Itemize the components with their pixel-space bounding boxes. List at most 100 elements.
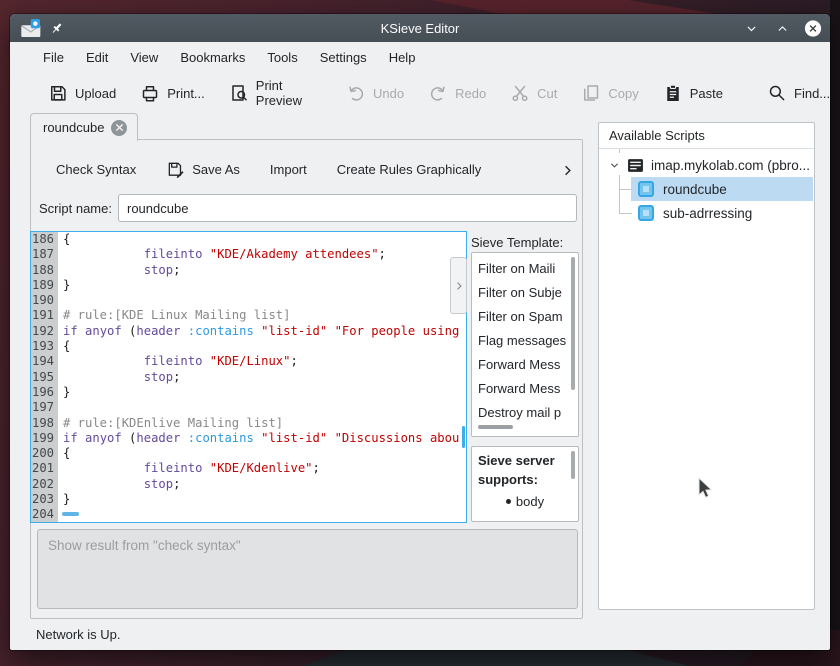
line-number: 189 [31,278,58,293]
print-icon [140,83,160,103]
tree-item-roundcube[interactable]: roundcube [631,177,813,201]
template-item[interactable]: Filter on Maili [472,257,578,281]
copy-button: Copy [569,78,650,108]
print-preview-button[interactable]: Print Preview [217,73,314,113]
line-number: 202 [31,477,58,492]
code-editor[interactable]: 186{187 fileinto "KDE/Akademy attendees"… [30,231,467,523]
panel-expander-button[interactable] [450,257,467,314]
code-line: 192if anyof (header :contains "list-id" … [31,324,466,339]
cut-button: Cut [498,78,569,108]
print-preview-icon [229,83,249,103]
tree-item-sub-adrressing[interactable]: sub-adrressing [631,201,813,225]
line-number: 200 [31,446,58,461]
scripts-tree: imap.mykolab.com (pbro... roundcube sub-… [599,149,814,608]
toolbar-button-label: Cut [537,86,557,101]
toolbar-button-label: Copy [608,86,638,101]
menu-bookmarks[interactable]: Bookmarks [169,46,256,69]
supports-box-scrollbar[interactable] [571,451,575,479]
tab-roundcube[interactable]: roundcube [30,113,138,141]
find-icon [767,83,787,103]
code-line: 187 fileinto "KDE/Akademy attendees"; [31,247,466,262]
sieve-template-label: Sieve Template: [471,235,563,250]
import-button[interactable]: Import [259,157,318,182]
tab-close-icon[interactable] [111,120,127,136]
code-line: 196} [31,385,466,400]
menu-help[interactable]: Help [378,46,427,69]
line-number: 204 [31,507,58,522]
maximize-button[interactable] [773,19,791,37]
code-line: 190 [31,293,466,308]
editor-vertical-scrollbar[interactable] [462,426,465,448]
capability-item: body [478,491,572,512]
redo-icon [428,83,448,103]
tree-line [619,175,620,213]
code-line: 193{ [31,339,466,354]
menu-tools[interactable]: Tools [256,46,308,69]
check-syntax-button[interactable]: Check Syntax [45,157,147,182]
template-item[interactable]: Forward Mess [472,353,578,377]
chevron-down-icon[interactable] [609,160,620,171]
print-button[interactable]: Print... [128,78,217,108]
toolbar-button-label: Print Preview [256,78,302,108]
tree-item-server[interactable]: imap.mykolab.com (pbro... [600,153,813,177]
window-title: KSieve Editor [10,21,830,36]
paste-icon [663,83,683,103]
menu-settings[interactable]: Settings [309,46,378,69]
line-number: 201 [31,461,58,476]
line-number: 186 [31,232,58,247]
toolbar-button-label: Find... [794,86,830,101]
upload-button[interactable]: Upload [36,78,128,108]
titlebar[interactable]: KSieve Editor [10,14,830,42]
line-number: 188 [31,263,58,278]
editor-horizontal-scrollbar[interactable] [62,512,79,516]
template-item[interactable]: Destroy mail p [472,401,578,425]
menu-file[interactable]: File [32,46,75,69]
server-supports-box[interactable]: Sieve server supports: bodycomp [471,446,579,522]
close-button[interactable] [804,19,822,37]
template-list-hscrollbar[interactable] [478,425,513,429]
available-scripts-panel: Available Scripts imap.mykolab.com (pbro… [598,122,815,610]
desktop-shape [430,0,790,14]
cut-icon [510,83,530,103]
template-item[interactable]: Flag messages [472,329,578,353]
check-syntax-result-box[interactable] [37,529,578,609]
checkbox-checked-icon[interactable] [638,205,654,221]
template-item[interactable]: Forward Mess [472,377,578,401]
create-rules-button[interactable]: Create Rules Graphically [326,157,493,182]
statusbar-message: Network is Up. [36,627,121,642]
script-name-input[interactable] [118,194,577,222]
script-actions-toolbar: Check Syntax Save As Import Create Rules… [45,154,552,184]
tab-label: roundcube [43,120,104,135]
toolbar-button-label: Upload [75,86,116,101]
line-number: 191 [31,308,58,323]
line-number: 199 [31,431,58,446]
paste-button[interactable]: Paste [651,78,735,108]
template-item[interactable]: Filter on Subje [472,281,578,305]
ksieve-editor-window: KSieve Editor FileEditViewBookmarksTools… [10,14,830,650]
code-line: 194 fileinto "KDE/Linux"; [31,354,466,369]
toolbar-button-label: Paste [690,86,723,101]
script-editor-pane: Check Syntax Save As Import Create Rules… [30,139,583,619]
toolbar-button-label: Redo [455,86,486,101]
minimize-button[interactable] [742,19,760,37]
undo-button: Undo [334,78,416,108]
line-number: 190 [31,293,58,308]
code-line: 198# rule:[KDEnlive Mailing list] [31,416,466,431]
find-button[interactable]: Find... [755,78,840,108]
template-list-scrollbar[interactable] [571,257,575,390]
menubar: FileEditViewBookmarksToolsSettingsHelp [10,42,830,73]
checkbox-checked-icon[interactable] [638,181,654,197]
check-syntax-label: Check Syntax [56,162,136,177]
code-line: 204 [31,507,466,522]
template-item[interactable]: Filter on Spam [472,305,578,329]
menu-view[interactable]: View [119,46,169,69]
pin-icon[interactable] [49,21,64,36]
script-label: sub-adrressing [663,206,813,221]
toolbar-overflow-button[interactable] [556,158,578,182]
bullet-icon [506,499,511,504]
menu-edit[interactable]: Edit [75,46,119,69]
code-line: 188 stop; [31,263,466,278]
save-as-button[interactable]: Save As [155,155,251,184]
code-line: 202 stop; [31,477,466,492]
code-line: 203} [31,492,466,507]
